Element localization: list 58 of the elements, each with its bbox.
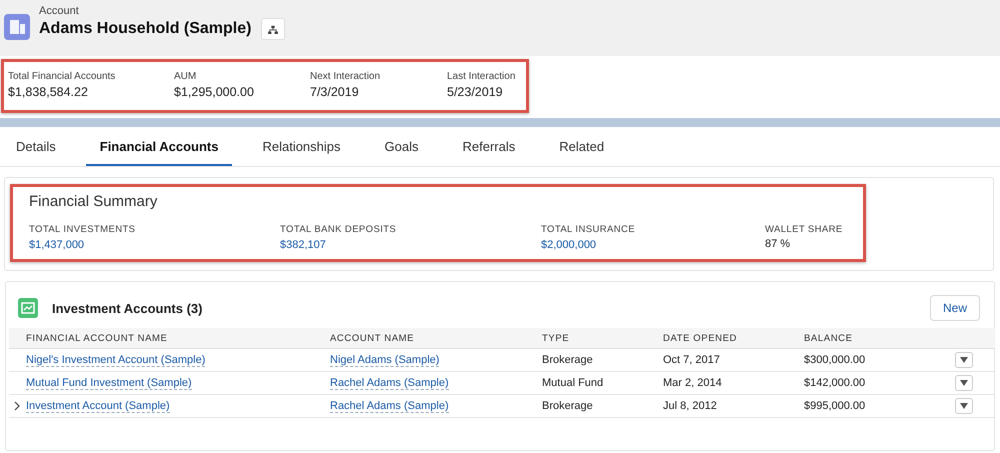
card-title: Investment Accounts (3) [52,300,204,316]
table-cell: Mutual Fund [542,377,604,389]
caret-icon [960,403,968,409]
building-icon [4,14,30,40]
column-header: TYPE [542,328,663,348]
record-link[interactable]: Nigel's Investment Account (Sample) [26,354,206,367]
table-cell: Brokerage [542,354,593,366]
field-label: TOTAL INSURANCE [541,224,636,235]
table-cell: $142,000.00 [804,377,866,389]
row-menu-button[interactable] [955,352,973,368]
record-link[interactable]: Investment Account (Sample) [26,400,170,413]
field-label: TOTAL BANK DEPOSITS [280,224,398,235]
record-link[interactable]: Rachel Adams (Sample) [330,400,449,413]
field-label: Total Financial Accounts [8,71,116,82]
column-header: ACCOUNT NAME [330,328,542,348]
table-cell: Jul 8, 2012 [663,400,717,412]
hierarchy-icon [268,24,278,34]
tab[interactable]: Goals [384,129,418,166]
caret-icon [960,380,968,386]
field-label: AUM [174,71,198,82]
chart-icon [18,298,38,318]
table-cell: $300,000.00 [804,354,866,366]
column-header: DATE OPENED [663,328,804,348]
record-link[interactable]: Mutual Fund Investment (Sample) [26,377,192,390]
field-label: WALLET SHARE [765,224,843,235]
record-title: Adams Household (Sample) [39,20,252,38]
tab[interactable]: Financial Accounts [86,129,232,166]
tab[interactable]: Details [16,129,56,166]
field-value: 5/23/2019 [447,85,504,99]
table-cell: Brokerage [542,400,593,412]
tab[interactable]: Related [559,129,604,166]
tab[interactable]: Referrals [462,129,516,166]
field-label: Next Interaction [310,71,382,82]
table-cell: Mar 2, 2014 [663,377,722,389]
value-link[interactable]: $2,000,000 [541,239,596,251]
field-value: $1,295,000.00 [174,85,255,99]
hierarchy-button[interactable] [261,18,286,40]
tab[interactable]: Relationships [262,129,341,166]
new-button[interactable]: New [930,295,980,321]
caret-icon [960,357,968,363]
field-value: 87 % [765,238,792,250]
record-link[interactable]: Rachel Adams (Sample) [330,377,449,390]
record-link[interactable]: Nigel Adams (Sample) [330,354,440,367]
table-cell: Oct 7, 2017 [663,354,720,366]
column-header: FINANCIAL ACCOUNT NAME [26,328,330,348]
column-header: BALANCE [804,328,955,348]
value-link[interactable]: $382,107 [280,239,326,251]
section-title: Financial Summary [29,193,158,210]
table-cell: $995,000.00 [804,400,866,412]
row-menu-button[interactable] [955,375,973,391]
field-label: Last Interaction [447,71,516,82]
field-value: 7/3/2019 [310,85,360,99]
row-menu-button[interactable] [955,398,973,414]
field-value: $1,838,584.22 [8,85,89,99]
object-type: Account [39,5,80,17]
chevron-icon[interactable] [14,401,21,411]
value-link[interactable]: $1,437,000 [29,239,84,251]
field-label: TOTAL INVESTMENTS [29,224,136,235]
